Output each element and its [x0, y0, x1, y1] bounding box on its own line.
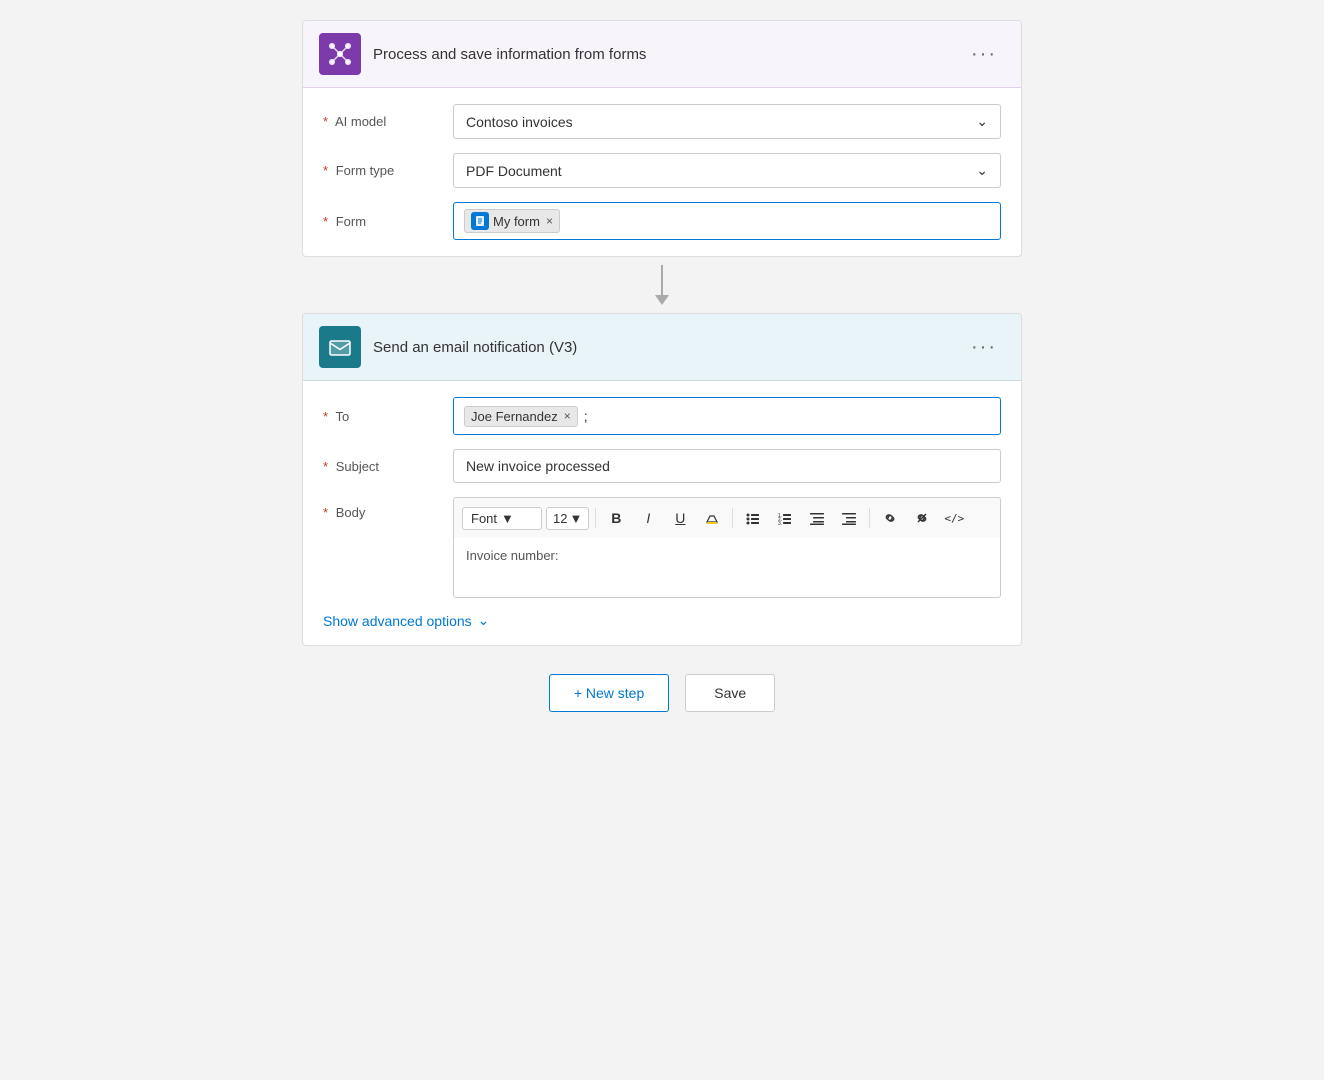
font-size-arrow: ▼ [569, 511, 582, 526]
advanced-options-toggle[interactable]: Show advanced options ⌄ [323, 612, 1001, 629]
to-recipient-remove[interactable]: × [564, 409, 571, 423]
form-type-row: * Form type PDF Document ⌄ [323, 153, 1001, 188]
link-icon [882, 510, 898, 526]
to-required: * [323, 409, 328, 424]
subject-control [453, 449, 1001, 483]
card-process-forms: Process and save information from forms … [302, 20, 1022, 257]
font-size-selector[interactable]: 12 ▼ [546, 507, 589, 530]
rich-toolbar: Font ▼ 12 ▼ B I U [453, 497, 1001, 538]
card2-body: * To Joe Fernandez × ; * [303, 381, 1021, 645]
decrease-indent-icon [809, 510, 825, 526]
arrow-connector-1 [655, 265, 669, 305]
form-type-control: PDF Document ⌄ [453, 153, 1001, 188]
subject-required: * [323, 459, 328, 474]
ai-model-control: Contoso invoices ⌄ [453, 104, 1001, 139]
unlink-button[interactable] [908, 504, 936, 532]
subject-row: * Subject [323, 449, 1001, 483]
body-text-area[interactable]: Invoice number: [453, 538, 1001, 598]
toolbar-divider-1 [595, 508, 596, 528]
decrease-indent-button[interactable] [803, 504, 831, 532]
form-tag: My form × [464, 209, 560, 233]
toolbar-divider-2 [732, 508, 733, 528]
body-control: Font ▼ 12 ▼ B I U [453, 497, 1001, 598]
font-selector[interactable]: Font ▼ [462, 507, 542, 530]
card1-icon [319, 33, 361, 75]
to-semicolon: ; [584, 408, 588, 424]
numbered-list-icon: 1. 2. 3. [777, 510, 793, 526]
body-required: * [323, 505, 328, 520]
ai-model-required: * [323, 114, 328, 129]
card1-title: Process and save information from forms [373, 46, 963, 63]
body-row: * Body Font ▼ 12 ▼ [323, 497, 1001, 598]
bullet-list-icon [745, 510, 761, 526]
ai-model-row: * AI model Contoso invoices ⌄ [323, 104, 1001, 139]
to-control: Joe Fernandez × ; [453, 397, 1001, 435]
arrow-head-1 [655, 295, 669, 305]
ai-model-label: * AI model [323, 114, 453, 129]
card2-icon [319, 326, 361, 368]
advanced-options-arrow: ⌄ [478, 612, 490, 629]
to-tag-input[interactable]: Joe Fernandez × ; [453, 397, 1001, 435]
form-tag-remove[interactable]: × [546, 214, 553, 228]
increase-indent-button[interactable] [835, 504, 863, 532]
to-label: * To [323, 409, 453, 424]
card2-header: Send an email notification (V3) ··· [303, 314, 1021, 381]
card1-menu-button[interactable]: ··· [963, 39, 1005, 70]
svg-text:3.: 3. [778, 521, 782, 526]
italic-button[interactable]: I [634, 504, 662, 532]
arrow-line-1 [661, 265, 663, 295]
toolbar-divider-3 [869, 508, 870, 528]
form-tag-icon [471, 212, 489, 230]
to-recipient-tag: Joe Fernandez × [464, 406, 578, 427]
unlink-icon [914, 510, 930, 526]
subject-label: * Subject [323, 459, 453, 474]
font-dropdown-arrow: ▼ [501, 511, 514, 526]
card1-header: Process and save information from forms … [303, 21, 1021, 88]
body-label: * Body [323, 497, 453, 520]
form-type-required: * [323, 163, 328, 178]
increase-indent-icon [841, 510, 857, 526]
form-tag-input[interactable]: My form × [453, 202, 1001, 240]
form-required: * [323, 214, 328, 229]
card1-body: * AI model Contoso invoices ⌄ * Form typ… [303, 88, 1021, 256]
bottom-actions: + New step Save [549, 674, 775, 712]
form-type-dropdown[interactable]: PDF Document ⌄ [453, 153, 1001, 188]
card-send-email: Send an email notification (V3) ··· * To… [302, 313, 1022, 646]
process-forms-icon [327, 41, 353, 67]
form-row: * Form [323, 202, 1001, 240]
email-icon [327, 334, 353, 360]
underline-button[interactable]: U [666, 504, 694, 532]
highlight-icon [704, 510, 720, 526]
highlight-button[interactable] [698, 504, 726, 532]
to-row: * To Joe Fernandez × ; [323, 397, 1001, 435]
form-type-dropdown-arrow: ⌄ [976, 162, 988, 179]
ai-model-dropdown[interactable]: Contoso invoices ⌄ [453, 104, 1001, 139]
form-label: * Form [323, 214, 453, 229]
bullet-list-button[interactable] [739, 504, 767, 532]
form-type-label: * Form type [323, 163, 453, 178]
new-step-button[interactable]: + New step [549, 674, 669, 712]
numbered-list-button[interactable]: 1. 2. 3. [771, 504, 799, 532]
form-tag-svg [474, 215, 486, 227]
card2-title: Send an email notification (V3) [373, 339, 963, 356]
ai-model-dropdown-arrow: ⌄ [976, 113, 988, 130]
card2-menu-button[interactable]: ··· [963, 332, 1005, 363]
subject-input[interactable] [453, 449, 1001, 483]
form-control: My form × [453, 202, 1001, 240]
code-button[interactable]: </> [940, 504, 968, 532]
bold-button[interactable]: B [602, 504, 630, 532]
link-button[interactable] [876, 504, 904, 532]
canvas: Process and save information from forms … [0, 0, 1324, 712]
save-button[interactable]: Save [685, 674, 775, 712]
